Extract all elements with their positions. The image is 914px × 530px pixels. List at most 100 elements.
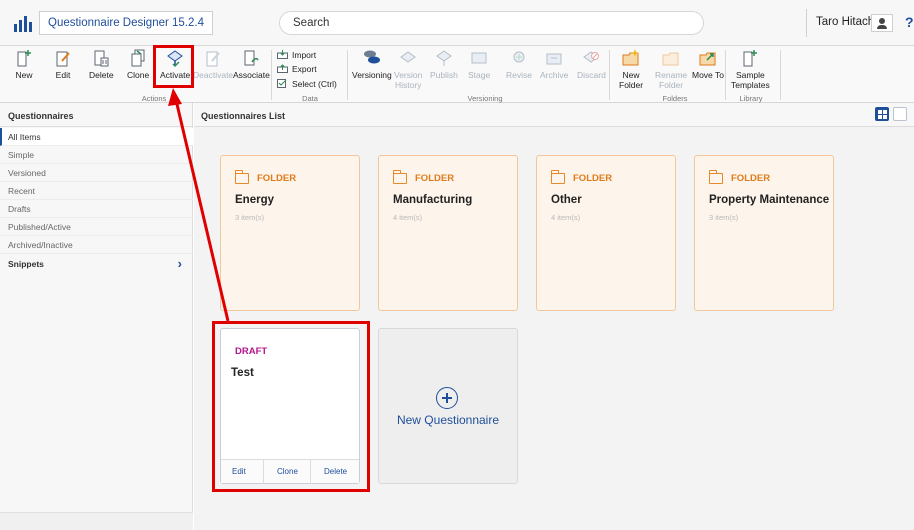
sidebar-item-published-active[interactable]: Published/Active: [0, 218, 193, 236]
list-header: Questionnaires List: [194, 103, 914, 127]
sidebar-item-label: Snippets: [8, 259, 44, 269]
export-button[interactable]: Export: [277, 64, 317, 74]
versioning-icon: [363, 50, 380, 64]
user-avatar-icon[interactable]: [871, 14, 893, 32]
clone-button[interactable]: Clone: [127, 48, 149, 80]
sidebar-item-drafts[interactable]: Drafts: [0, 200, 193, 218]
new-button[interactable]: New: [14, 48, 34, 80]
folders-group-label: Folders: [662, 94, 688, 103]
publish-icon: [436, 50, 452, 66]
revise-button[interactable]: Revise: [506, 48, 532, 80]
sidebar-item-simple[interactable]: Simple: [0, 146, 193, 164]
new-questionnaire-label: New Questionnaire: [396, 413, 500, 427]
grid-view-icon[interactable]: [875, 107, 889, 121]
sidebar-item-versioned[interactable]: Versioned: [0, 164, 193, 182]
folder-card-other[interactable]: FOLDER Other 4 item(s): [536, 155, 676, 311]
app-title[interactable]: Questionnaire Designer 15.2.4: [39, 11, 213, 35]
folder-tag: FOLDER: [415, 173, 455, 184]
import-button[interactable]: Import: [277, 50, 316, 60]
activate-highlight-box: [153, 45, 194, 88]
folder-icon: [550, 170, 565, 184]
app-logo-icon: [14, 16, 32, 32]
folder-card-energy[interactable]: FOLDER Energy 3 item(s): [220, 155, 360, 311]
version-history-button[interactable]: Version History: [394, 48, 422, 90]
clone-icon: [131, 49, 145, 67]
ribbon-divider: [725, 50, 726, 100]
archive-button[interactable]: Archive: [540, 48, 568, 80]
user-name[interactable]: Taro Hitachi: [816, 16, 877, 28]
sidebar-header: Questionnaires: [0, 103, 193, 127]
deactivate-icon: [206, 51, 220, 67]
sidebar-footer: [0, 512, 193, 530]
new-questionnaire-card[interactable]: New Questionnaire: [378, 328, 518, 484]
folder-name: Energy: [235, 194, 274, 206]
sidebar-item-recent[interactable]: Recent: [0, 182, 193, 200]
sidebar-item-all-items[interactable]: All Items: [0, 128, 193, 146]
new-folder-button[interactable]: New Folder: [619, 48, 643, 90]
app-window: Questionnaire Designer 15.2.4 Search Tar…: [0, 0, 914, 530]
ribbon-divider: [347, 50, 348, 100]
import-icon: [277, 50, 288, 59]
ribbon-divider: [609, 50, 610, 100]
user-divider: [806, 9, 807, 37]
move-to-button[interactable]: Move To: [692, 48, 724, 80]
folder-count: 3 item(s): [235, 213, 265, 222]
discard-icon: [583, 51, 600, 63]
new-document-icon: [17, 50, 31, 67]
sidebar-title: Questionnaires: [8, 111, 74, 121]
delete-document-icon: [94, 50, 109, 67]
discard-button[interactable]: Discard: [577, 48, 606, 80]
archive-icon: [546, 53, 562, 65]
stage-button[interactable]: Stage: [468, 48, 490, 80]
folder-name: Property Maintenance: [709, 194, 830, 206]
stage-icon: [471, 52, 487, 64]
delete-button[interactable]: Delete: [89, 48, 114, 80]
folder-icon: [708, 170, 723, 184]
move-folder-icon: [699, 52, 716, 66]
actions-group-label: Actions: [141, 94, 167, 103]
search-input[interactable]: Search: [279, 11, 704, 35]
folder-name: Manufacturing: [393, 194, 473, 206]
revise-icon: [513, 51, 525, 63]
folder-card-property-maintenance[interactable]: FOLDER Property Maintenance 3 item(s): [694, 155, 834, 311]
title-bar: Questionnaire Designer 15.2.4 Search Tar…: [0, 0, 914, 46]
deactivate-button[interactable]: Deactivate: [193, 48, 233, 80]
folder-count: 3 item(s): [709, 213, 739, 222]
list-title: Questionnaires List: [201, 111, 286, 121]
versioning-group-label: Versioning: [467, 94, 503, 103]
associate-icon: [244, 50, 260, 66]
sidebar-item-snippets[interactable]: Snippets ›: [0, 254, 193, 274]
folder-count: 4 item(s): [551, 213, 581, 222]
help-icon[interactable]: ?: [905, 14, 914, 30]
edit-button[interactable]: Edit: [53, 48, 73, 80]
sidebar-item-archived-inactive[interactable]: Archived/Inactive: [0, 236, 193, 254]
version-history-icon: [400, 51, 417, 63]
chevron-right-icon: ›: [177, 256, 182, 271]
folder-count: 4 item(s): [393, 213, 423, 222]
publish-button[interactable]: Publish: [430, 48, 458, 80]
rename-folder-button[interactable]: Rename Folder: [655, 48, 687, 90]
associate-button[interactable]: Associate: [233, 48, 270, 80]
folder-card-manufacturing[interactable]: FOLDER Manufacturing 4 item(s): [378, 155, 518, 311]
versioning-button[interactable]: Versioning: [352, 48, 392, 80]
draft-card-highlight-box: [212, 321, 370, 492]
data-group-label: Data: [302, 94, 318, 103]
ribbon-divider: [780, 50, 781, 100]
rename-folder-icon: [662, 52, 679, 66]
questionnaires-sidebar: Questionnaires All Items Simple Versione…: [0, 103, 193, 530]
sample-templates-button[interactable]: Sample Templates: [731, 48, 770, 90]
list-view-icon[interactable]: [893, 107, 907, 121]
export-icon: [277, 64, 288, 73]
add-circle-icon: [436, 387, 458, 409]
select-checkbox-icon: [277, 79, 287, 88]
library-group-label: Library: [739, 94, 763, 103]
ribbon-toolbar: New Edit Delete Clone Activate Deactivat…: [0, 46, 914, 103]
ribbon-divider: [271, 50, 272, 100]
folder-icon: [392, 170, 407, 184]
new-folder-icon: [622, 49, 640, 66]
folder-tag: FOLDER: [731, 173, 771, 184]
folder-name: Other: [551, 194, 582, 206]
folder-tag: FOLDER: [257, 173, 297, 184]
select-ctrl-button[interactable]: Select (Ctrl): [277, 79, 337, 89]
edit-document-icon: [56, 51, 70, 67]
